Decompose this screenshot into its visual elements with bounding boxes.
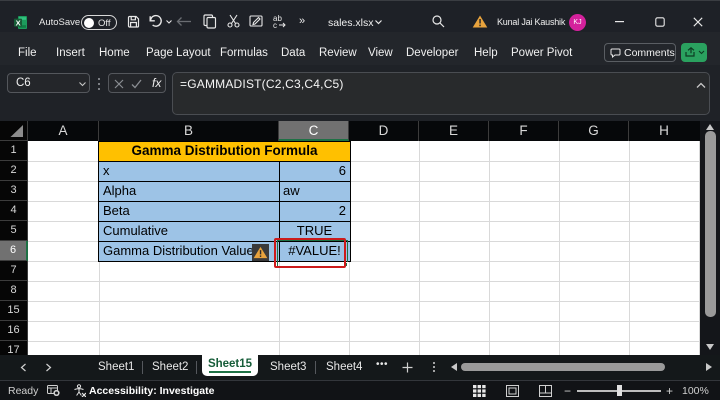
svg-text:X: X [16, 18, 21, 27]
svg-text:c: c [273, 21, 277, 29]
